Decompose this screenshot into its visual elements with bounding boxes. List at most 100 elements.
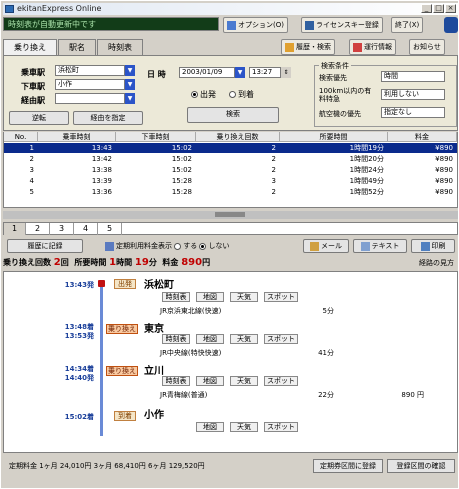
show-radio[interactable] xyxy=(174,242,182,250)
fare-unit: 円 xyxy=(202,258,211,267)
check-commuter-button[interactable]: 登録区間の確認 xyxy=(387,459,455,473)
result-tab-4[interactable]: 4 xyxy=(74,223,98,235)
splitter-handle[interactable] xyxy=(3,211,458,219)
traffic-button[interactable]: 運行情報 xyxy=(349,39,396,55)
add-history-button[interactable]: 履歴に記録 xyxy=(7,239,83,253)
register-commuter-button[interactable]: 定期券区間に登録 xyxy=(313,459,383,473)
result-tab-3[interactable]: 3 xyxy=(50,223,74,235)
map-button[interactable]: 地図 xyxy=(196,292,224,302)
table-row[interactable]: 2 13:42 15:02 2 1時間20分 ¥890 xyxy=(4,154,457,164)
table-row[interactable]: 1 13:43 15:02 2 1時間19分 ¥890 xyxy=(4,143,457,153)
app-window: ekitanExpress Online _ □ × 時刻表が自動更新中です オ… xyxy=(0,0,459,489)
result-tab-5[interactable]: 5 xyxy=(98,223,122,235)
segment-fare: 890 円 xyxy=(401,391,424,399)
map-button[interactable]: 地図 xyxy=(196,334,224,344)
text-button[interactable]: テキスト xyxy=(353,239,407,253)
exit-button[interactable]: 終了(X) xyxy=(391,17,424,33)
cell-fare: ¥890 xyxy=(435,144,453,152)
to-dropdown-icon[interactable]: ▼ xyxy=(125,79,135,90)
cell-arrive: 15:28 xyxy=(171,188,192,196)
map-button[interactable]: 地図 xyxy=(196,376,224,386)
timetable-button[interactable]: 時刻表 xyxy=(162,292,190,302)
commuter-fares: 定期料金 1ヶ月 24,010円 3ヶ月 68,410円 6ヶ月 129,520… xyxy=(9,462,205,470)
col-arrive[interactable]: 下車時刻 xyxy=(116,132,196,142)
priority-select[interactable]: 時間 xyxy=(381,71,445,82)
tab-transfer[interactable]: 乗り換え xyxy=(3,39,57,55)
tab-timetable[interactable]: 時刻表 xyxy=(97,39,143,55)
fare-label: 料金 xyxy=(162,258,179,267)
col-no[interactable]: No. xyxy=(4,132,38,142)
via-dropdown-icon[interactable]: ▼ xyxy=(125,93,135,104)
col-transfers[interactable]: 乗り換え回数 xyxy=(196,132,280,142)
date-dropdown-icon[interactable]: ▼ xyxy=(235,67,245,78)
result-tab-1[interactable]: 1 xyxy=(4,223,26,235)
date-input[interactable]: 2003/01/09 xyxy=(179,67,235,78)
from-input[interactable]: 浜松町 xyxy=(55,65,125,76)
station-name[interactable]: 小作 xyxy=(144,406,164,421)
time-input[interactable]: 13:27 xyxy=(249,67,281,78)
arrive-radio[interactable] xyxy=(229,91,236,98)
print-icon xyxy=(420,241,430,251)
cell-no: 2 xyxy=(29,155,34,163)
minimize-button[interactable]: _ xyxy=(421,4,432,13)
notice-button[interactable]: お知らせ xyxy=(409,39,445,55)
to-label: 下車駅 xyxy=(21,82,45,91)
weather-button[interactable]: 天気 xyxy=(230,292,258,302)
to-input[interactable]: 小作 xyxy=(55,79,125,90)
search-button[interactable]: 検索 xyxy=(187,107,279,123)
print-button[interactable]: 印刷 xyxy=(411,239,455,253)
table-row[interactable]: 4 13:39 15:28 3 1時間49分 ¥890 xyxy=(4,176,457,186)
weather-button[interactable]: 天気 xyxy=(230,376,258,386)
cell-transfers: 2 xyxy=(271,166,276,174)
weather-button[interactable]: 天気 xyxy=(230,334,258,344)
station-name[interactable]: 浜松町 xyxy=(144,276,174,291)
station-name[interactable]: 立川 xyxy=(144,362,164,377)
train-icon xyxy=(98,280,105,287)
timetable-button[interactable]: 時刻表 xyxy=(162,334,190,344)
cell-arrive: 15:02 xyxy=(171,144,192,152)
plane-select[interactable]: 指定なし xyxy=(381,107,445,118)
arrive-option[interactable]: 到着 xyxy=(229,89,254,100)
time-spinner-icon[interactable]: ⇕ xyxy=(281,67,291,78)
history-button[interactable]: 履歴・検索 xyxy=(281,39,335,55)
spot-button[interactable]: スポット xyxy=(264,292,298,302)
spot-button[interactable]: スポット xyxy=(264,422,298,432)
timetable-button[interactable]: 時刻表 xyxy=(162,376,190,386)
line-name: JR京浜東北線(快速) xyxy=(160,307,222,315)
maximize-button[interactable]: □ xyxy=(433,4,444,13)
depart-option[interactable]: 出発 xyxy=(191,89,216,100)
col-fare[interactable]: 料金 xyxy=(388,132,457,142)
mail-button[interactable]: メール xyxy=(303,239,349,253)
via-input[interactable] xyxy=(55,93,125,104)
express-select[interactable]: 利用しない xyxy=(381,89,445,100)
spot-button[interactable]: スポット xyxy=(264,376,298,386)
depart-badge: 出発 xyxy=(114,279,136,289)
map-button[interactable]: 地図 xyxy=(196,422,224,432)
result-page-tabs: 1 2 3 4 5 xyxy=(3,222,458,235)
cell-duration: 1時間24分 xyxy=(349,166,384,174)
col-depart[interactable]: 乗車時刻 xyxy=(38,132,116,142)
time-minutes: 19 xyxy=(134,257,149,268)
show-label: する xyxy=(183,242,198,250)
window-title: ekitanExpress Online xyxy=(17,4,102,13)
from-dropdown-icon[interactable]: ▼ xyxy=(125,65,135,76)
table-row[interactable]: 3 13:38 15:02 2 1時間24分 ¥890 xyxy=(4,165,457,175)
depart-radio[interactable] xyxy=(191,91,198,98)
options-button[interactable]: オプション(O) xyxy=(223,17,288,33)
spot-button[interactable]: スポット xyxy=(264,334,298,344)
swap-button[interactable]: 逆転 xyxy=(9,111,69,125)
station-name[interactable]: 東京 xyxy=(144,320,164,335)
col-duration[interactable]: 所要時間 xyxy=(280,132,388,142)
legend-link[interactable]: 経路の見方 xyxy=(419,257,454,269)
cell-duration: 1時間52分 xyxy=(349,188,384,196)
via-specify-button[interactable]: 経由を指定 xyxy=(73,111,143,125)
weather-button[interactable]: 天気 xyxy=(230,422,258,432)
table-row[interactable]: 5 13:36 15:28 2 1時間52分 ¥890 xyxy=(4,187,457,197)
hide-radio[interactable] xyxy=(199,242,207,250)
result-tab-2[interactable]: 2 xyxy=(26,223,50,235)
tab-station[interactable]: 駅名 xyxy=(58,39,96,55)
close-button[interactable]: × xyxy=(445,4,456,13)
transfers-value: 2 xyxy=(53,257,61,268)
license-button[interactable]: ライセンスキー登録 xyxy=(301,17,383,33)
arrive-badge: 到着 xyxy=(114,411,136,421)
